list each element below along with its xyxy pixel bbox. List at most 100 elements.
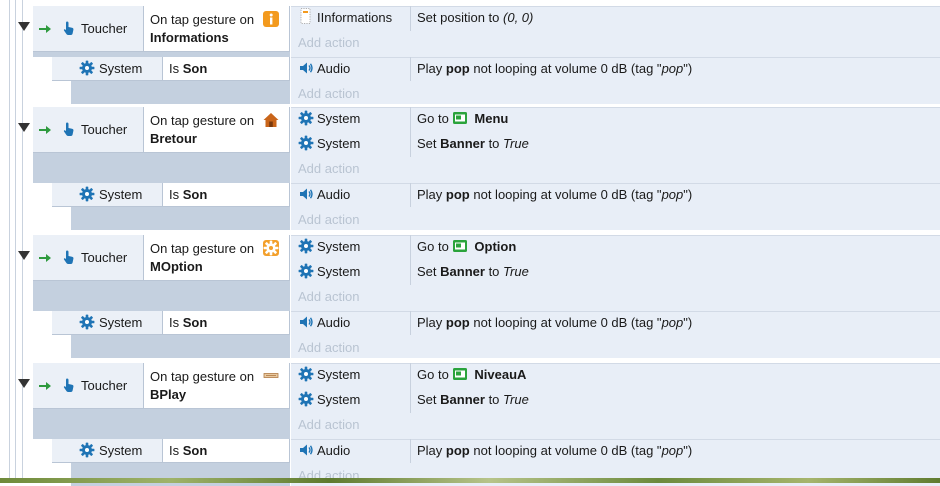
scene-icon-holder [452,239,474,253]
add-action-link[interactable]: Add action [298,35,359,51]
action-object-name[interactable]: IInformations [317,10,392,26]
condition-toucher[interactable]: Toucher [33,235,144,281]
action-text[interactable]: Set Banner to True [417,264,529,280]
action-text[interactable]: Play pop not looping at volume 0 dB (tag… [417,315,692,331]
action-object-name[interactable]: Audio [317,443,350,459]
text-fragment: IInformations [317,10,393,25]
variable-value: True [503,392,529,407]
action-object-name[interactable]: System [317,392,360,408]
text-fragment: Add action [298,340,360,355]
scene-icon [453,112,468,124]
text-fragment: to [488,264,500,279]
toucher-label: Toucher [81,378,127,394]
add-action-link[interactable]: Add action [298,417,359,433]
scene-name: Option [474,239,517,254]
speaker-icon [300,62,313,74]
collapse-toggle[interactable] [18,379,30,388]
condition-is-son[interactable]: Is Son [163,311,290,335]
text-fragment: On tap gesture on [150,113,255,128]
scene-name: NiveauA [474,367,527,382]
touch-hand-icon [63,21,74,35]
condition-system[interactable]: System [52,183,163,207]
text-fragment: Add action [298,35,360,50]
action-text[interactable]: Play pop not looping at volume 0 dB (tag… [417,443,692,459]
gear-icon [79,442,95,458]
text-fragment: Add action [298,86,360,101]
action-column-separator [410,311,411,335]
action-text[interactable]: Set position to (0, 0) [417,10,533,26]
condition-text[interactable]: On tap gesture on Informations [144,6,290,52]
condition-line: On tap gesture on [150,113,254,129]
action-text[interactable]: Go to Option [417,239,516,255]
add-action-link[interactable]: Add action [298,340,359,356]
sound-name: pop [445,61,470,76]
condition-toucher[interactable]: Toucher [33,107,144,153]
condition-toucher[interactable]: Toucher [33,6,144,52]
action-text[interactable]: Play pop not looping at volume 0 dB (tag… [417,187,692,203]
variable-name: Banner [440,136,485,151]
green-arrow-icon [39,25,51,33]
condition-text[interactable]: On tap gesture on Bretour [144,107,290,153]
text-fragment: On tap gesture on [150,241,255,256]
actions-panel [291,363,940,439]
collapse-toggle[interactable] [18,22,30,31]
condition-line: On tap gesture on [150,12,254,28]
green-arrow-icon [39,382,51,390]
action-object-name[interactable]: System [317,239,360,255]
sound-name: pop [445,443,470,458]
action-object-name[interactable]: Audio [317,61,350,77]
add-action-link[interactable]: Add action [298,212,359,228]
action-object-name[interactable]: System [317,367,360,383]
sound-name: pop [445,187,470,202]
action-object-name[interactable]: Audio [317,315,350,331]
condition-text[interactable]: On tap gesture on MOption [144,235,290,281]
gear-icon [79,60,95,76]
condition-is-son[interactable]: Is Son [163,57,290,81]
green-arrow-icon [39,126,51,134]
condition-text[interactable]: On tap gesture on BPlay [144,363,290,409]
condition-is-son[interactable]: Is Son [163,183,290,207]
text-fragment: On tap gesture on [150,369,255,384]
condition-system[interactable]: System [52,311,163,335]
system-label: System [99,315,142,331]
add-action-link[interactable]: Add action [298,161,359,177]
text-fragment: not looping at volume 0 dB (tag " [473,443,662,458]
add-action-link[interactable]: Add action [298,86,359,102]
text-fragment: Set [417,264,437,279]
system-label: System [99,187,142,203]
action-text[interactable]: Set Banner to True [417,136,529,152]
action-text[interactable]: Go to Menu [417,111,508,127]
text-fragment: Audio [317,187,351,202]
scene-icon [453,240,468,252]
action-text[interactable]: Set Banner to True [417,392,529,408]
action-column-separator [410,183,411,207]
action-object-name[interactable]: System [317,136,360,152]
indent-lane-0 [9,0,10,478]
condition-toucher[interactable]: Toucher [33,363,144,409]
action-object-name[interactable]: System [317,111,360,127]
action-text[interactable]: Go to NiveauA [417,367,526,383]
text-fragment: Toucher [81,378,128,393]
object-name: MOption [150,259,203,274]
action-object-name[interactable]: System [317,264,360,280]
text-fragment: System [317,239,361,254]
speaker-icon [300,316,313,328]
action-text[interactable]: Play pop not looping at volume 0 dB (tag… [417,61,692,77]
condition-is-son[interactable]: Is Son [163,439,290,463]
scene-icon-holder [452,111,474,125]
text-fragment: Go to [417,239,449,254]
collapse-toggle[interactable] [18,123,30,132]
condition-system[interactable]: System [52,439,163,463]
add-action-link[interactable]: Add action [298,289,359,305]
house-icon [263,113,279,127]
collapse-toggle[interactable] [18,251,30,260]
system-label: System [99,61,142,77]
text-fragment: Add action [298,289,360,304]
condition-system[interactable]: System [52,57,163,81]
variable-value: True [503,136,529,151]
action-object-name[interactable]: Audio [317,187,350,203]
variable-name: Son [182,443,208,458]
variable-name: Banner [440,264,485,279]
condition-line: Is Son [169,61,207,77]
action-column-separator [410,235,411,285]
